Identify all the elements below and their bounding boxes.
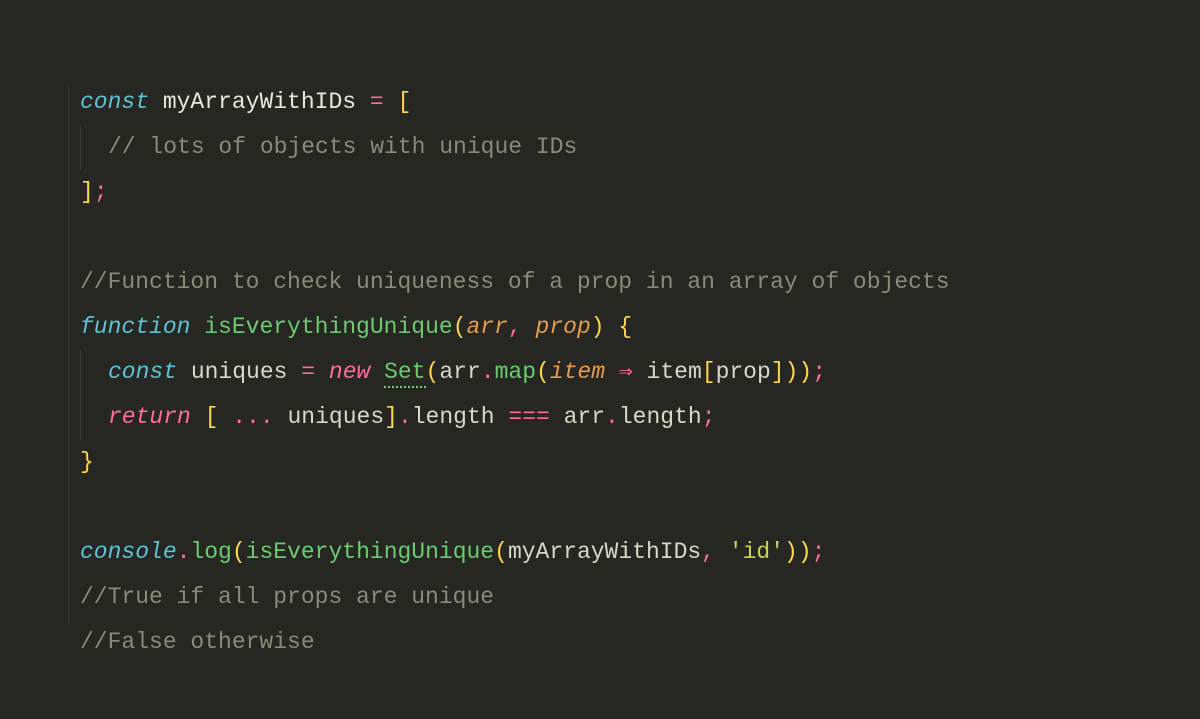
bracket-open: [ xyxy=(205,404,219,430)
property: length xyxy=(412,404,495,430)
blank-line xyxy=(80,485,1200,530)
spread: ... xyxy=(232,404,273,430)
code-line: // lots of objects with unique IDs xyxy=(80,125,1200,170)
object-console: console xyxy=(80,539,177,565)
code-editor: const myArrayWithIDs = [ // lots of obje… xyxy=(0,0,1200,665)
identifier: myArrayWithIDs xyxy=(163,89,356,115)
comment: //Function to check uniqueness of a prop… xyxy=(80,269,950,295)
code-line: const myArrayWithIDs = [ xyxy=(80,80,1200,125)
keyword-function: function xyxy=(80,314,190,340)
paren-close: ) xyxy=(785,359,799,385)
keyword-return: return xyxy=(108,404,191,430)
code-line: function isEverythingUnique(arr, prop) { xyxy=(80,305,1200,350)
brace-open: { xyxy=(618,314,632,340)
code-line: const uniques = new Set(arr.map(item ⇒ i… xyxy=(80,350,1200,395)
code-line: console.log(isEverythingUnique(myArrayWi… xyxy=(80,530,1200,575)
paren-open: ( xyxy=(453,314,467,340)
code-line: //Function to check uniqueness of a prop… xyxy=(80,260,1200,305)
string-literal: 'id' xyxy=(729,539,784,565)
param: prop xyxy=(536,314,591,340)
comma: , xyxy=(701,539,715,565)
identifier: item xyxy=(647,359,702,385)
paren-close: ) xyxy=(591,314,605,340)
code-line: return [ ... uniques].length === arr.len… xyxy=(80,395,1200,440)
identifier: uniques xyxy=(288,404,385,430)
bracket-open: [ xyxy=(702,359,716,385)
keyword-new: new xyxy=(329,359,370,385)
bracket-close: ] xyxy=(384,404,398,430)
semicolon: ; xyxy=(94,179,108,205)
keyword-const: const xyxy=(80,89,149,115)
paren-close: ) xyxy=(798,359,812,385)
semicolon: ; xyxy=(812,539,826,565)
dot: . xyxy=(481,359,495,385)
keyword-const: const xyxy=(108,359,177,385)
param: item xyxy=(550,359,605,385)
paren-close: ) xyxy=(798,539,812,565)
paren-open: ( xyxy=(232,539,246,565)
comment: // lots of objects with unique IDs xyxy=(108,134,577,160)
bracket-close: ] xyxy=(80,179,94,205)
identifier: arr xyxy=(439,359,480,385)
blank-line xyxy=(80,215,1200,260)
function-name: isEverythingUnique xyxy=(204,314,452,340)
identifier: myArrayWithIDs xyxy=(508,539,701,565)
semicolon: ; xyxy=(702,404,716,430)
function-call: isEverythingUnique xyxy=(246,539,494,565)
property: length xyxy=(619,404,702,430)
identifier: uniques xyxy=(191,359,288,385)
paren-open: ( xyxy=(426,359,440,385)
bracket-open: [ xyxy=(398,89,412,115)
method: log xyxy=(190,539,231,565)
identifier: arr xyxy=(564,404,605,430)
operator-eq: = xyxy=(301,359,315,385)
gutter-line xyxy=(68,85,69,625)
operator-eqeq: === xyxy=(508,404,549,430)
comment: //False otherwise xyxy=(80,629,315,655)
comma: , xyxy=(508,314,522,340)
method: map xyxy=(495,359,536,385)
dot: . xyxy=(605,404,619,430)
paren-open: ( xyxy=(494,539,508,565)
paren-close: ) xyxy=(784,539,798,565)
semicolon: ; xyxy=(812,359,826,385)
code-line: ]; xyxy=(80,170,1200,215)
dot: . xyxy=(398,404,412,430)
brace-close: } xyxy=(80,449,94,475)
bracket-close: ] xyxy=(771,359,785,385)
paren-open: ( xyxy=(536,359,550,385)
param: arr xyxy=(467,314,508,340)
arrow: ⇒ xyxy=(619,359,633,385)
dot: . xyxy=(177,539,191,565)
code-line: //True if all props are unique xyxy=(80,575,1200,620)
code-line: //False otherwise xyxy=(80,620,1200,665)
comment: //True if all props are unique xyxy=(80,584,494,610)
class-set: Set xyxy=(384,359,425,388)
operator-eq: = xyxy=(370,89,384,115)
code-line: } xyxy=(80,440,1200,485)
identifier: prop xyxy=(716,359,771,385)
